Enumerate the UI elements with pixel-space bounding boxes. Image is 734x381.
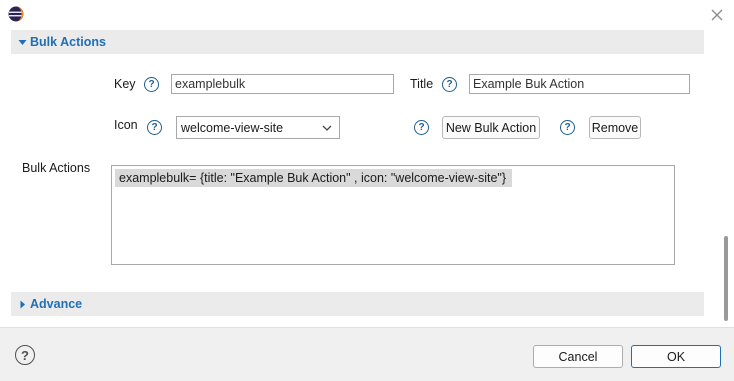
bulk-action-line[interactable]: examplebulk= {title: "Example Buk Action… (115, 169, 513, 187)
ok-button[interactable]: OK (631, 345, 721, 368)
remove-button[interactable]: Remove (589, 116, 641, 139)
icon-select-value: welcome-view-site (181, 120, 284, 135)
title-label: Title (410, 77, 434, 91)
eclipse-app-icon (8, 6, 24, 22)
bulk-actions-textarea[interactable]: examplebulk= {title: "Example Buk Action… (111, 165, 675, 265)
triangle-right-icon (14, 292, 30, 316)
title-help-icon[interactable]: ? (442, 77, 457, 92)
advance-section-title: Advance (30, 297, 83, 311)
dialog-footer: ? Cancel OK (0, 327, 734, 381)
title-input[interactable]: Example Buk Action (469, 74, 690, 94)
title-bar (0, 0, 734, 30)
cancel-button[interactable]: Cancel (533, 345, 623, 368)
triangle-down-icon (14, 30, 30, 54)
bulk-actions-list-label: Bulk Actions (22, 161, 91, 175)
key-input[interactable]: examplebulk (171, 74, 394, 94)
key-label: Key (114, 77, 136, 91)
help-icon[interactable]: ? (15, 345, 35, 365)
icon-help-icon[interactable]: ? (147, 120, 162, 135)
advance-section-header[interactable]: Advance (11, 292, 704, 316)
bulk-actions-section-title: Bulk Actions (30, 35, 106, 49)
remove-help-icon[interactable]: ? (560, 120, 575, 135)
new-bulk-action-button[interactable]: New Bulk Action (442, 116, 540, 139)
new-help-icon[interactable]: ? (414, 120, 429, 135)
close-icon[interactable] (707, 5, 727, 25)
dialog-content: Bulk Actions Key ? examplebulk Title ? E… (0, 30, 734, 327)
vertical-scrollbar-thumb[interactable] (724, 236, 728, 321)
bulk-actions-section-header[interactable]: Bulk Actions (11, 30, 704, 54)
key-help-icon[interactable]: ? (144, 77, 159, 92)
icon-label: Icon (114, 118, 138, 132)
chevron-down-icon (322, 125, 332, 131)
icon-select[interactable]: welcome-view-site (176, 116, 340, 139)
